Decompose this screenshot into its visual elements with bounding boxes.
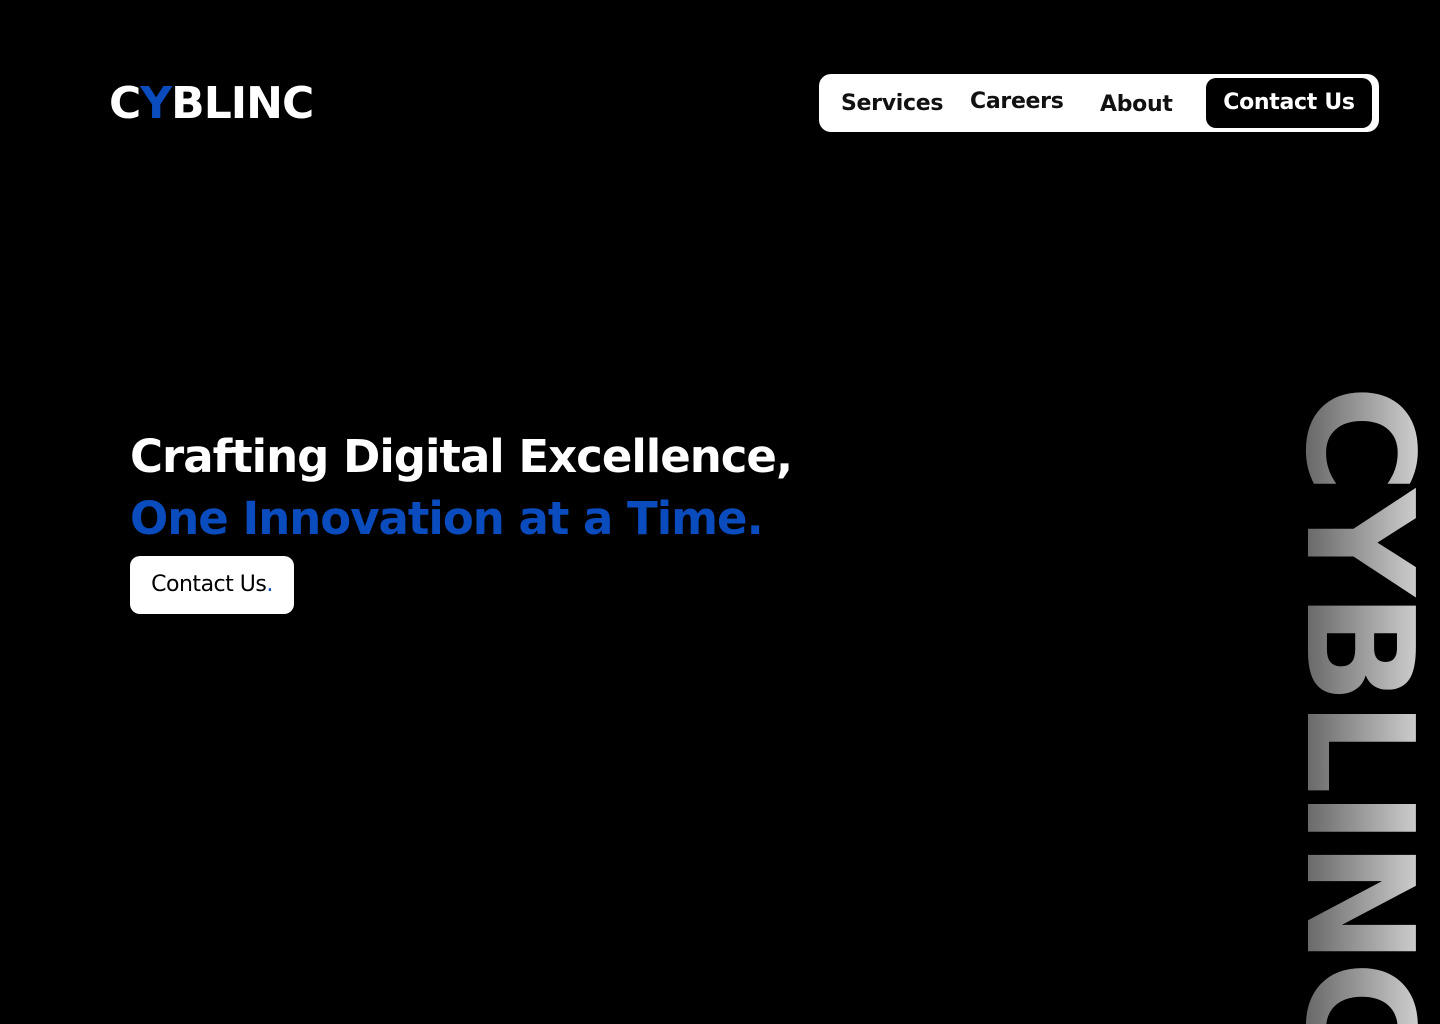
nav-link-about[interactable]: About [1100,76,1173,134]
hero-headline-line2: One Innovation at a Time. [130,492,764,545]
hero-headline: Crafting Digital Excellence, One Innovat… [130,426,793,550]
vertical-brand-watermark: CYBLINC [1304,385,1424,1024]
landing-page: CYBLINC Services Careers About Contact U… [0,0,1440,1024]
hero-contact-button[interactable]: Contact Us. [130,556,294,614]
nav-link-careers[interactable]: Careers [970,73,1064,131]
nav-contact-button[interactable]: Contact Us [1206,78,1372,128]
hero-contact-dot: . [266,572,273,597]
hero-contact-label: Contact Us [151,572,267,597]
vertical-brand-text: CYBLINC [1304,385,1424,1024]
brand-logo[interactable]: CYBLINC [109,78,314,130]
logo-accent-letter: Y [140,78,172,129]
main-nav: Services Careers About Contact Us [819,74,1379,132]
hero-headline-line1: Crafting Digital Excellence, [130,430,793,483]
nav-link-services[interactable]: Services [841,75,943,133]
logo-suffix: BLINC [171,78,314,129]
vertical-brand-svg: CYBLINC [1304,385,1424,1024]
logo-prefix: C [109,78,141,129]
